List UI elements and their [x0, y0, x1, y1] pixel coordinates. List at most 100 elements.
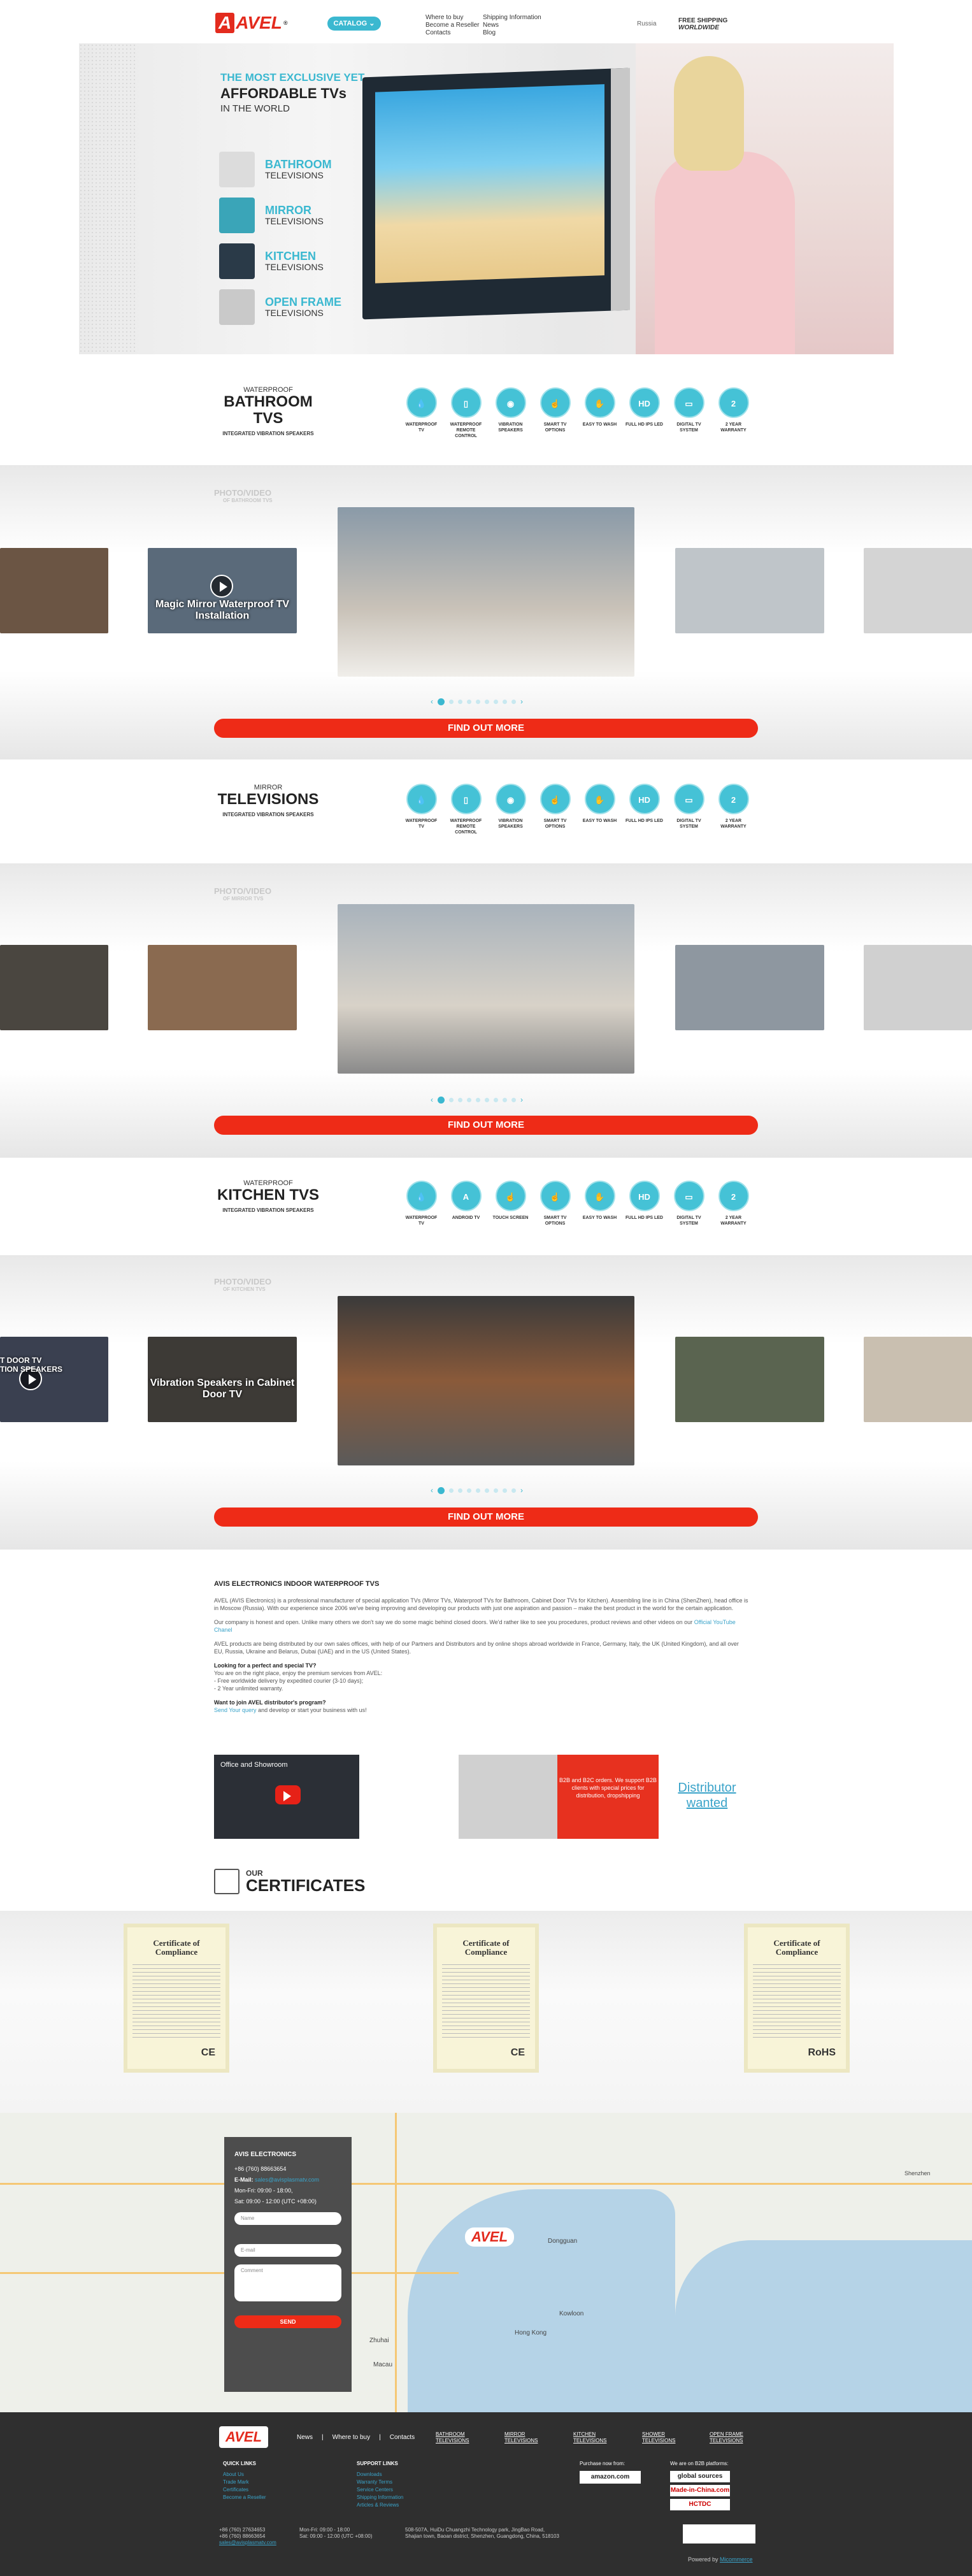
prev-arrow-icon[interactable]: ‹	[431, 1486, 433, 1495]
gallery-video-slide[interactable]: Magic Mirror Waterproof TV Installation	[148, 548, 297, 633]
next-arrow-icon[interactable]: ›	[520, 1486, 523, 1495]
footer-link[interactable]: About Us	[223, 2471, 266, 2479]
find-out-more-button[interactable]: FIND OUT MORE	[214, 1507, 758, 1527]
pager-dot[interactable]	[458, 1488, 462, 1493]
gallery-slide[interactable]	[675, 548, 824, 633]
footer-category-link[interactable]: BATHROOM TELEVISIONS	[436, 2431, 476, 2444]
hero-item-kitchen[interactable]: KITCHEN TELEVISIONS	[219, 243, 324, 279]
gallery-slide[interactable]	[864, 548, 972, 633]
pager-dot[interactable]	[503, 1097, 507, 1102]
name-input[interactable]: Name	[234, 2212, 341, 2225]
pager-dot[interactable]	[511, 1097, 516, 1102]
gallery-video-slide[interactable]: T DOOR TV TION SPEAKERS	[0, 1337, 108, 1422]
pager-dot[interactable]	[511, 699, 516, 704]
prev-arrow-icon[interactable]: ‹	[431, 1095, 433, 1104]
hero-item-mirror[interactable]: MIRROR TELEVISIONS	[219, 198, 324, 233]
hero-item-bathroom[interactable]: BATHROOM TELEVISIONS	[219, 152, 332, 187]
youtube-play-icon[interactable]	[275, 1785, 301, 1804]
pager-dot[interactable]	[494, 1097, 498, 1102]
language-selector[interactable]: Russia	[637, 20, 657, 27]
pager-dot[interactable]	[449, 1488, 454, 1493]
gallery-slide[interactable]	[675, 1337, 824, 1422]
next-arrow-icon[interactable]: ›	[520, 1095, 523, 1104]
pager-dot[interactable]	[449, 1097, 454, 1102]
gallery-slide[interactable]	[148, 945, 297, 1030]
footer-category-link[interactable]: MIRROR TELEVISIONS	[504, 2431, 545, 2444]
gallery-slide[interactable]	[675, 945, 824, 1030]
footer-category-link[interactable]: KITCHEN TELEVISIONS	[573, 2431, 614, 2444]
footer-link[interactable]: Downloads	[357, 2471, 403, 2479]
footer-link[interactable]: Shipping Information	[357, 2494, 403, 2501]
made-in-china-badge[interactable]: Made-in-China.com	[670, 2485, 730, 2496]
nav-where-to-buy[interactable]: Where to buy	[425, 14, 479, 22]
pager-dot[interactable]	[438, 1486, 445, 1494]
gallery-main-slide[interactable]	[338, 507, 634, 677]
pager-dot[interactable]	[485, 1097, 489, 1102]
footer-category-link[interactable]: OPEN FRAME TELEVISIONS	[710, 2431, 754, 2444]
pager-dot[interactable]	[458, 699, 462, 704]
next-arrow-icon[interactable]: ›	[520, 697, 523, 706]
global-sources-badge[interactable]: global sources	[670, 2471, 730, 2482]
prev-arrow-icon[interactable]: ‹	[431, 697, 433, 706]
find-out-more-button[interactable]: FIND OUT MORE	[214, 1116, 758, 1135]
nav-shipping[interactable]: Shipping Information	[483, 14, 541, 22]
pager-dot[interactable]	[503, 699, 507, 704]
location-map[interactable]: Shenzhen Hong Kong Kowloon Macau Zhuhai …	[0, 2113, 972, 2414]
pager-dot[interactable]	[467, 1488, 471, 1493]
nav-become-reseller[interactable]: Become a Reseller	[425, 22, 479, 29]
gallery-main-slide[interactable]	[338, 904, 634, 1074]
send-query-link[interactable]: Send Your query	[214, 1707, 257, 1713]
footer-link-news[interactable]: News	[297, 2434, 313, 2441]
play-icon[interactable]	[210, 575, 233, 598]
pager-dot[interactable]	[449, 699, 454, 704]
distributor-wanted-link[interactable]: Distributor wanted	[678, 1780, 736, 1811]
nav-news[interactable]: News	[483, 22, 541, 29]
b2b-banner[interactable]: B2B and B2C orders. We support B2B clien…	[459, 1755, 659, 1839]
pager-dot[interactable]	[494, 1488, 498, 1493]
hero-item-open-frame[interactable]: OPEN FRAME TELEVISIONS	[219, 289, 341, 325]
pager-dot[interactable]	[476, 1488, 480, 1493]
footer-link[interactable]: Certificates	[223, 2486, 266, 2494]
footer-link-contacts[interactable]: Contacts	[390, 2434, 415, 2441]
pager-dot[interactable]	[476, 1097, 480, 1102]
gallery-slide[interactable]	[0, 548, 108, 633]
gallery-main-slide[interactable]	[338, 1296, 634, 1465]
contact-email-link[interactable]: sales@avisplasmatv.com	[255, 2177, 319, 2183]
pager-dot[interactable]	[511, 1488, 516, 1493]
footer-link-where-to-buy[interactable]: Where to buy	[332, 2434, 370, 2441]
pager-dot[interactable]	[476, 699, 480, 704]
footer-link[interactable]: Become a Reseller	[223, 2494, 266, 2501]
email-input[interactable]: E-mail	[234, 2244, 341, 2257]
footer-link[interactable]: Articles & Reviews	[357, 2501, 403, 2509]
footer-email[interactable]: sales@avisplasmatv.com	[219, 2540, 276, 2546]
pager-dot[interactable]	[485, 1488, 489, 1493]
amazon-badge[interactable]: amazon.com	[580, 2471, 641, 2484]
pager-dot[interactable]	[467, 1097, 471, 1102]
gallery-slide[interactable]	[864, 1337, 972, 1422]
footer-link[interactable]: Trade Mark	[223, 2479, 266, 2486]
find-out-more-button[interactable]: FIND OUT MORE	[214, 719, 758, 738]
footer-link[interactable]: Warranty Terms	[357, 2479, 403, 2486]
hctdc-badge[interactable]: HCTDC	[670, 2499, 730, 2510]
comment-textarea[interactable]: Comment	[234, 2264, 341, 2301]
catalog-button[interactable]: CATALOG ⌄	[327, 17, 381, 31]
logo[interactable]: A AVEL ®	[215, 13, 287, 33]
map-location-marker[interactable]: AVEL	[465, 2227, 515, 2247]
certificate-card[interactable]: Certificate of Compliance CE	[433, 1924, 539, 2073]
gallery-slide[interactable]	[864, 945, 972, 1030]
footer-logo[interactable]: AVEL	[219, 2426, 269, 2448]
youtube-video-embed[interactable]: Office and Showroom	[214, 1755, 359, 1839]
certificate-card[interactable]: Certificate of Compliance CE	[124, 1924, 229, 2073]
pager-dot[interactable]	[467, 699, 471, 704]
pager-dot[interactable]	[438, 698, 445, 705]
gallery-slide[interactable]	[0, 945, 108, 1030]
nav-contacts[interactable]: Contacts	[425, 29, 479, 37]
certificate-card[interactable]: Certificate of Compliance RoHS	[744, 1924, 850, 2073]
pager-dot[interactable]	[494, 699, 498, 704]
nav-blog[interactable]: Blog	[483, 29, 541, 37]
footer-link[interactable]: Service Centers	[357, 2486, 403, 2494]
pager-dot[interactable]	[458, 1097, 462, 1102]
pager-dot[interactable]	[503, 1488, 507, 1493]
footer-category-link[interactable]: SHOWER TELEVISIONS	[642, 2431, 683, 2444]
pager-dot[interactable]	[438, 1096, 445, 1104]
